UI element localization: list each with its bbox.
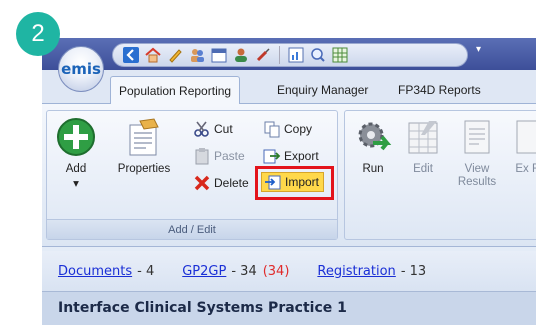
properties-icon: [129, 118, 159, 156]
run-group: Run Edit View Results Ex: [344, 110, 536, 240]
properties-button[interactable]: Properties: [109, 117, 179, 176]
gp2gp-count: - 34: [231, 263, 257, 279]
add-edit-group-label: Add / Edit: [47, 219, 337, 239]
add-edit-group: Add ▾ Properties Cut Copy Paste Export D…: [46, 110, 338, 240]
cut-button[interactable]: Cut: [193, 119, 233, 139]
copy-button[interactable]: Copy: [263, 119, 312, 139]
import-button[interactable]: Import: [261, 172, 325, 192]
chart-icon[interactable]: [288, 47, 304, 63]
home-icon[interactable]: [145, 47, 161, 63]
delete-icon: [194, 175, 210, 191]
cut-label: Cut: [214, 122, 233, 136]
tab-population-reporting[interactable]: Population Reporting: [110, 76, 241, 105]
export-label: Export: [284, 149, 319, 163]
syringe-icon[interactable]: [255, 47, 271, 63]
scissors-icon: [194, 121, 209, 137]
paste-icon: [195, 148, 209, 165]
ribbon: Add ▾ Properties Cut Copy Paste Export D…: [42, 104, 536, 247]
add-dropdown-icon[interactable]: ▾: [53, 178, 99, 191]
toolbar-separator: [279, 46, 280, 64]
view-results-button[interactable]: View Results: [453, 117, 501, 189]
delete-button[interactable]: Delete: [193, 173, 249, 193]
documents-count: - 4: [137, 263, 155, 279]
emis-logo: emis: [61, 60, 101, 78]
search-icon[interactable]: [310, 47, 326, 63]
run-button[interactable]: Run: [353, 117, 393, 176]
import-icon: [265, 175, 281, 190]
export-icon: [263, 149, 281, 164]
copy-label: Copy: [284, 122, 313, 136]
step-number-badge: 2: [16, 12, 60, 56]
calendar-icon[interactable]: [211, 47, 227, 63]
tab-fp34d-reports[interactable]: FP34D Reports: [390, 76, 489, 104]
customize-toolbar-icon[interactable]: ▾: [476, 44, 481, 55]
documents-link[interactable]: Documents: [58, 264, 132, 279]
quick-access-toolbar: ▾: [42, 38, 536, 70]
run-gear-icon: [358, 122, 392, 151]
view-results-label: View Results: [457, 163, 497, 188]
practice-name-header: Interface Clinical Systems Practice 1: [42, 291, 536, 325]
export-button[interactable]: Export: [263, 146, 319, 166]
app-menu-button[interactable]: emis: [58, 46, 104, 92]
add-button[interactable]: Add ▾: [53, 117, 99, 191]
gp2gp-link[interactable]: GP2GP: [182, 264, 226, 279]
delete-label: Delete: [214, 176, 249, 190]
paste-label: Paste: [214, 149, 245, 163]
emis-window: ▾ emis Population Reporting Enquiry Mana…: [42, 38, 536, 325]
export-results-icon: [516, 120, 536, 154]
grid-icon[interactable]: [332, 47, 348, 63]
gp2gp-pending-count: (34): [262, 263, 290, 279]
status-links-bar: Documents - 4 GP2GP - 34 (34) Registrati…: [42, 251, 536, 291]
pencil-icon[interactable]: [167, 47, 183, 63]
view-results-icon: [464, 120, 490, 154]
import-label: Import: [285, 175, 320, 189]
edit-grid-icon: [408, 121, 438, 154]
export-results-button[interactable]: Ex Re: [511, 117, 536, 176]
registration-link[interactable]: Registration: [317, 264, 395, 279]
edit-label: Edit: [413, 163, 433, 175]
ribbon-tabs: Population Reporting Enquiry Manager FP3…: [42, 70, 536, 105]
tab-enquiry-manager[interactable]: Enquiry Manager: [269, 76, 376, 104]
quick-access-strip: [112, 43, 468, 67]
users-icon[interactable]: [189, 47, 205, 63]
edit-report-button[interactable]: Edit: [403, 117, 443, 176]
paste-button[interactable]: Paste: [193, 146, 245, 166]
add-icon: [57, 118, 95, 156]
export-results-label: Ex Re: [515, 163, 536, 175]
run-label: Run: [362, 163, 384, 175]
add-label: Add: [65, 163, 87, 175]
patient-icon[interactable]: [233, 47, 249, 63]
registration-count: - 13: [400, 263, 427, 279]
back-icon[interactable]: [123, 47, 139, 63]
copy-icon: [264, 121, 280, 138]
properties-label: Properties: [117, 163, 171, 175]
